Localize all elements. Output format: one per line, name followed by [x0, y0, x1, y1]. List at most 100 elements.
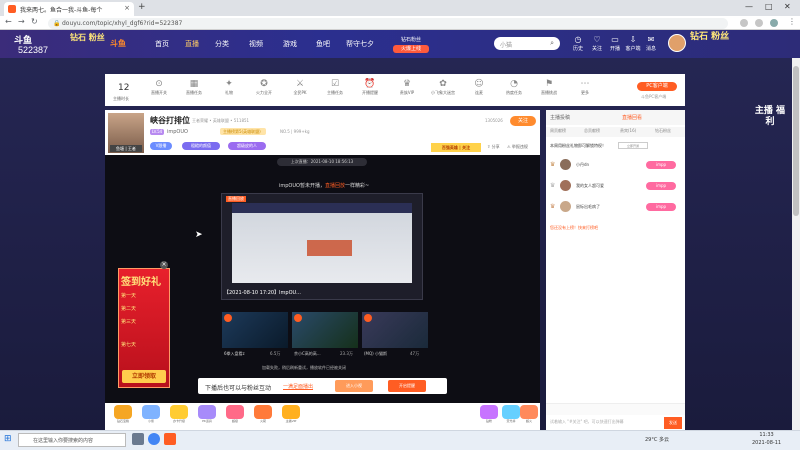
nav-games[interactable]: 游戏 — [283, 39, 297, 49]
extension-icon[interactable] — [740, 19, 748, 27]
avatar[interactable] — [560, 159, 571, 170]
menu-icon[interactable]: ⋮ — [788, 17, 796, 26]
browser-tab[interactable]: 我来两七。鱼合一我-斗鱼-每个 × — [4, 2, 134, 16]
tab-replay[interactable]: 直播回看 — [622, 114, 642, 121]
toolbar-item-heat[interactable]: ◔ 热度任务 — [499, 78, 529, 96]
open-privilege-button[interactable]: 立即开通 — [618, 142, 648, 149]
gift-item[interactable]: 超级 — [224, 405, 246, 423]
tab-guests[interactable]: 贵宾(16) — [620, 128, 636, 134]
task-view-icon[interactable] — [132, 433, 144, 445]
nav-category[interactable]: 分类 — [215, 39, 229, 49]
stream-tag[interactable]: V跟播 — [150, 142, 172, 150]
rec-title[interactable]: 6拳入盘看z — [224, 351, 245, 357]
close-icon[interactable]: × — [160, 261, 168, 269]
messages-button[interactable]: ✉ 消息 — [641, 35, 661, 52]
nav-home[interactable]: 首页 — [155, 39, 169, 49]
tab-streamer-posts[interactable]: 主播投稿 — [550, 114, 570, 121]
download-prompt-link[interactable]: 一满足面播出 — [283, 383, 313, 390]
start-stream-button[interactable]: ▭ 开播 — [605, 35, 625, 52]
toolbar-item-reminder[interactable]: ⏰ 开播提醒 — [355, 78, 385, 96]
gift-item[interactable]: 火箭 — [252, 405, 274, 423]
rank-cta-link[interactable]: 您还没有上榜！快来打榜吧 — [550, 225, 598, 231]
tab-total-rank[interactable]: 总贡献榜 — [584, 128, 600, 134]
user-avatar[interactable] — [668, 34, 686, 52]
share-button[interactable]: ⇪ 分享 — [487, 144, 500, 150]
reload-icon[interactable]: ↻ — [31, 17, 38, 26]
gift-item[interactable]: 小熊 — [140, 405, 162, 423]
chrome-icon[interactable] — [148, 433, 160, 445]
bookmark-icon[interactable] — [755, 19, 763, 27]
clock[interactable]: 11:33 2021-08-11 — [752, 431, 781, 447]
rank-row[interactable]: ♛ 我的女人超可爱 impp — [548, 179, 682, 193]
pc-client-button[interactable]: PC客户端 — [637, 82, 677, 91]
promo-logo[interactable]: 斗鱼 — [110, 38, 126, 49]
forward-icon[interactable]: → — [18, 17, 25, 26]
url-field[interactable]: 🔒 douyu.com/topic/xhyl_dgf6?rid=522387 — [48, 18, 728, 29]
follow-button[interactable]: 关注 — [510, 116, 536, 126]
header-ad-badge[interactable]: 钻石粉丝 火爆上线 — [393, 36, 429, 54]
chat-input[interactable]: 试着输入 "#关注" 吧，可以快速打出弹幕 — [546, 416, 664, 430]
promo-banner-left[interactable]: 钻石 粉丝 — [70, 33, 106, 55]
nav-event[interactable]: 帮守七夕 — [346, 39, 374, 49]
douyu-app-icon[interactable] — [164, 433, 176, 445]
nav-live[interactable]: 直播 — [185, 39, 199, 49]
close-tab-icon[interactable]: × — [124, 4, 130, 12]
stream-tag[interactable]: 超级皮的人 — [228, 142, 266, 150]
nav-yuba[interactable]: 鱼吧 — [316, 39, 330, 49]
rec-title[interactable]: 余小C高的高... — [294, 351, 321, 357]
tab-diamond-fans[interactable]: 钻石粉丝 — [655, 128, 671, 134]
close-window-button[interactable]: ✕ — [784, 2, 791, 11]
nav-video[interactable]: 视频 — [249, 39, 263, 49]
remind-button[interactable]: 开启提醒 — [388, 380, 426, 392]
enter-button[interactable]: 进入小视 — [335, 380, 373, 392]
search-icon[interactable]: ⌕ — [550, 39, 554, 48]
streamer-benefit-float[interactable]: 主播 福利 — [752, 106, 788, 144]
hero-badge[interactable]: 百强英雄 | 关注 — [431, 143, 481, 152]
toolbar-item-pk[interactable]: ⚔ 全民PK — [285, 78, 315, 96]
tab-weekly-rank[interactable]: 周贡献榜 — [550, 128, 566, 134]
gift-item[interactable]: 钻粉 — [478, 405, 500, 423]
toolbar-item-fire[interactable]: ✪ 火力全开 — [249, 78, 279, 96]
gift-item[interactable]: 超火 — [518, 405, 540, 423]
profile-icon[interactable] — [770, 19, 778, 27]
checkin-claim-button[interactable]: 立即领取 — [122, 370, 166, 383]
recommended-video[interactable] — [362, 312, 428, 348]
rank-tag[interactable]: 主播榜第5(英雄联盟) — [220, 128, 266, 135]
stream-tag[interactable]: 粗糙的颜值 — [182, 142, 220, 150]
room-category[interactable]: 王者荣耀 • 英雄联盟 • 511851 — [192, 118, 249, 124]
toolbar-item-maze[interactable]: ✿ 小飞象大迷宫 — [428, 78, 458, 96]
toolbar-item-mic[interactable]: ☺ 连麦 — [464, 78, 494, 96]
gift-item[interactable]: 办卡升级 — [168, 405, 190, 423]
gift-item[interactable]: 主播VIP — [280, 405, 302, 423]
toolbar-item-toggle[interactable]: ⊙ 直播开关 — [144, 78, 174, 96]
new-tab-button[interactable]: + — [138, 2, 146, 12]
streamer-name[interactable]: impOUO — [167, 129, 188, 135]
toolbar-item-streamer-task[interactable]: ☑ 主播任务 — [320, 78, 350, 96]
toolbar-item-gift[interactable]: ✦ 礼物 — [214, 78, 244, 96]
toolbar-item-more[interactable]: ⋯ 更多 — [570, 78, 600, 96]
back-icon[interactable]: ← — [5, 17, 12, 26]
replay-play-overlay[interactable] — [307, 240, 352, 256]
taskbar-search[interactable]: 在这里输入你要搜索的内容 — [18, 433, 126, 447]
scrollbar-thumb[interactable] — [793, 66, 799, 216]
rank-row[interactable]: ♛ 鼠标出毛病了 impp — [548, 200, 682, 214]
toolbar-item-task[interactable]: ▦ 直播任务 — [179, 78, 209, 96]
recommended-video[interactable] — [222, 312, 288, 348]
weather-status[interactable]: 29°C 多云 — [645, 436, 669, 443]
avatar[interactable] — [560, 180, 571, 191]
rank-row[interactable]: ♛ 小丹dn impp — [548, 158, 682, 172]
avatar[interactable] — [560, 201, 571, 212]
follow-list-button[interactable]: ♡ 关注 — [587, 35, 607, 52]
minimize-button[interactable]: — — [745, 2, 753, 11]
promo-banner-right[interactable]: 钻石 粉丝 — [690, 32, 758, 58]
search-input[interactable]: 小猫 ⌕ — [494, 37, 560, 50]
replay-link[interactable]: 直播回放 — [325, 183, 345, 189]
send-button[interactable]: 发送 — [664, 417, 682, 429]
report-button[interactable]: ⚠ 举报违规 — [507, 144, 528, 150]
rec-title[interactable]: (MQ) 小猫斯 — [364, 351, 387, 357]
client-button[interactable]: ⇩ 客户端 — [623, 35, 643, 52]
toolbar-item-challenge[interactable]: ⚑ 直播挑战 — [534, 78, 564, 96]
maximize-button[interactable]: □ — [765, 2, 773, 11]
gift-item[interactable]: PK道具 — [196, 405, 218, 423]
gift-item[interactable]: 钻石宝箱 — [112, 405, 134, 423]
